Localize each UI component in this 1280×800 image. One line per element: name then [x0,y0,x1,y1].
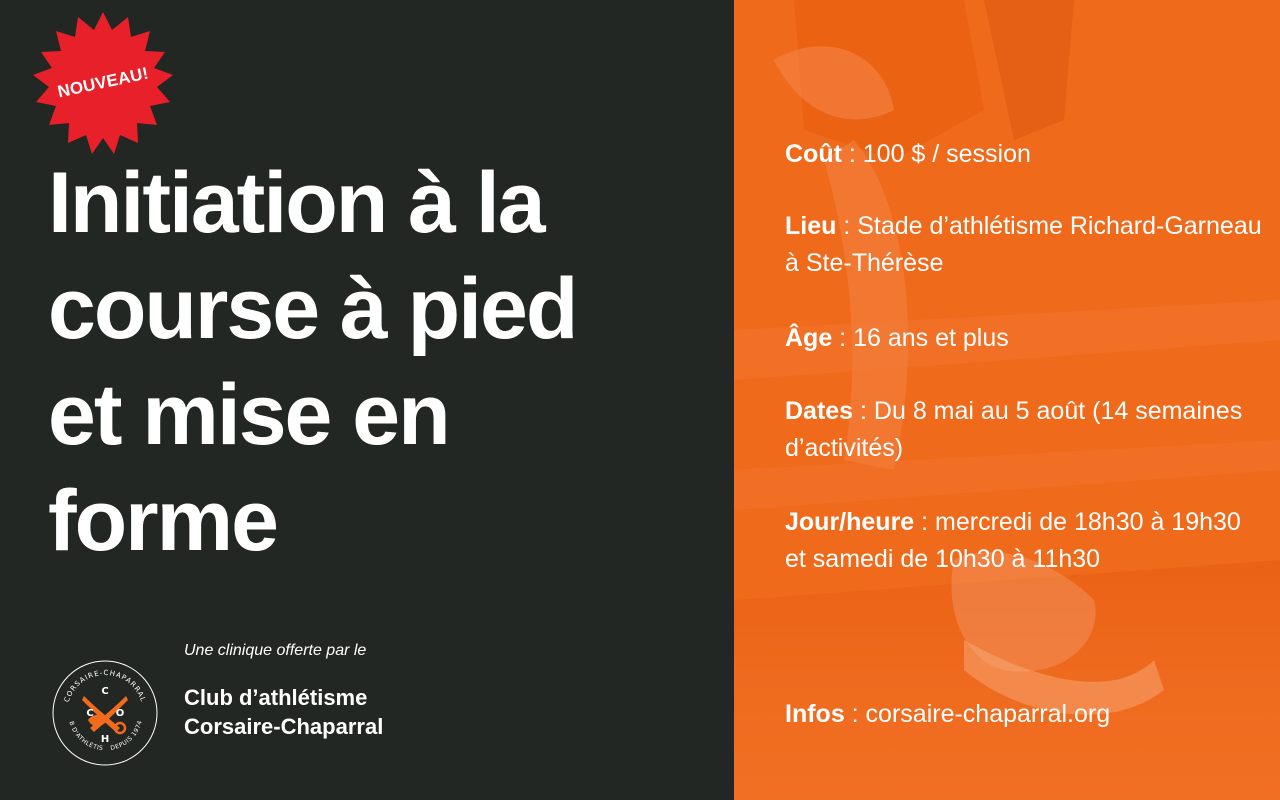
info-label: Lieu [785,212,837,240]
info-schedule: Jour/heure : mercredi de 18h30 à 19h30 e… [785,504,1265,578]
info-age: Âge : 16 ans et plus [785,320,1265,357]
info-label: Coût [785,140,842,168]
info-label: Âge [785,324,833,352]
logo-letter: O [116,708,125,719]
club-logo: CORSAIRE-CHAPARRAL CLUB D'ATHLÉTISME DEP… [50,658,158,766]
title-line: course à pied [48,261,578,357]
info-label: Infos [785,700,845,728]
info-cost: Coût : 100 $ / session [785,136,1265,173]
info-label: Jour/heure [785,508,915,536]
new-badge: NOUVEAU! [28,8,178,158]
info-value: : 16 ans et plus [832,324,1009,352]
info-value: : Du 8 mai au 5 août (14 semaines d’acti… [785,397,1243,462]
offer-text: Une clinique offerte par le [184,642,367,659]
page-title: Initiation à la course à pied et mise en… [48,150,718,574]
info-value: : 100 $ / session [841,140,1031,168]
info-value: : Stade d’athlétisme Richard-Garneau à S… [785,212,1262,277]
info-location: Lieu : Stade d’athlétisme Richard-Garnea… [785,208,1265,282]
info-dates: Dates : Du 8 mai au 5 août (14 semaines … [785,393,1265,467]
club-name-line: Corsaire-Chaparral [184,714,384,739]
title-line: et mise en [48,367,451,463]
title-line: forme [48,473,279,569]
info-label: Dates [785,397,854,425]
info-value[interactable]: : corsaire-chaparral.org [845,700,1110,728]
title-line: Initiation à la [48,155,546,251]
logo-letter: C [86,708,93,719]
club-name-line: Club d’athlétisme [184,685,368,710]
info-website: Infos : corsaire-chaparral.org [785,696,1265,733]
logo-letter: H [101,734,109,745]
club-name: Club d’athlétisme Corsaire-Chaparral [184,683,383,741]
logo-letter: C [101,686,108,697]
new-badge-label: NOUVEAU! [55,63,151,102]
